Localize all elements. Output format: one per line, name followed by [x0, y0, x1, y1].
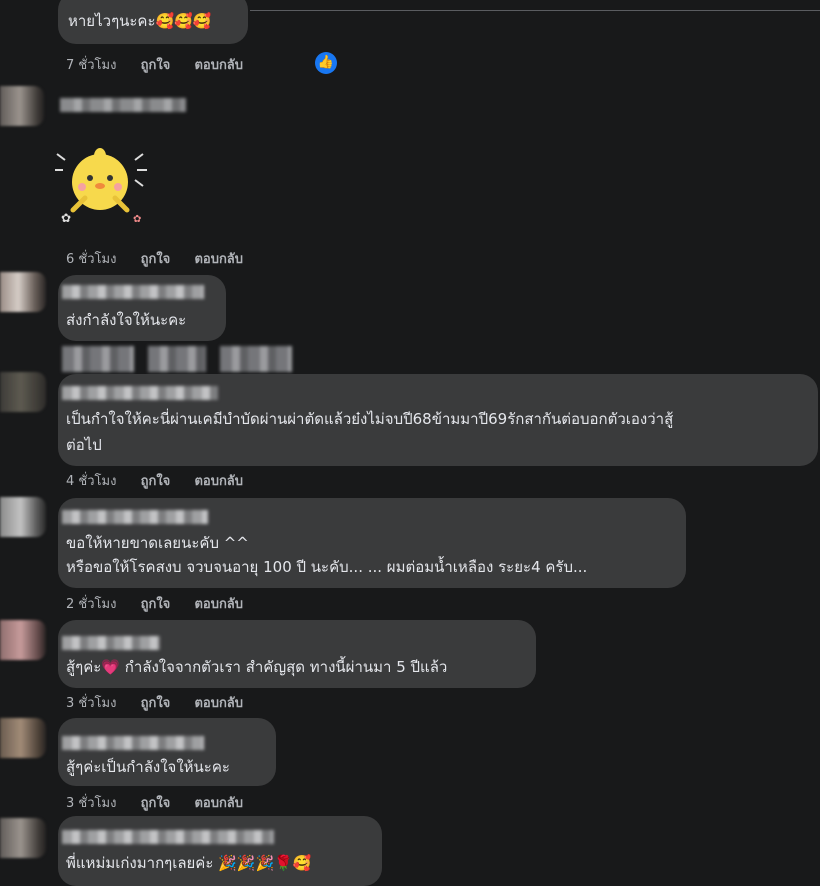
- reply-button[interactable]: ตอบกลับ: [194, 474, 243, 489]
- avatar[interactable]: [0, 272, 46, 312]
- comment-time[interactable]: 3 ชั่วโมง: [66, 796, 116, 811]
- commenter-name[interactable]: [62, 736, 204, 750]
- reply-button[interactable]: ตอบกลับ: [194, 696, 243, 711]
- comment-text: สู้ๆค่ะเป็นกำลังใจให้นะคะ: [66, 758, 230, 776]
- avatar[interactable]: [0, 497, 46, 537]
- redacted-reaction-row: [220, 346, 292, 372]
- thread-divider: [250, 10, 820, 11]
- reply-button[interactable]: ตอบกลับ: [194, 252, 243, 267]
- comment-bubble: พี่แหม่มเก่งมากๆเลยค่ะ 🎉🎉🎉🌹🥰: [58, 816, 382, 886]
- comment-text: พี่แหม่มเก่งมากๆเลยค่ะ 🎉🎉🎉🌹🥰: [66, 854, 312, 872]
- comment-bubble: สู้ๆค่ะเป็นกำลังใจให้นะคะ: [58, 718, 276, 786]
- comment-time[interactable]: 3 ชั่วโมง: [66, 696, 116, 711]
- reply-button[interactable]: ตอบกลับ: [194, 796, 243, 811]
- comment-text-line2: หรือขอให้โรคสงบ จวบจนอายุ 100 ปี นะคับ..…: [66, 558, 588, 576]
- comment-meta: 6 ชั่วโมง ถูกใจ ตอบกลับ: [66, 248, 263, 269]
- avatar[interactable]: [0, 86, 44, 126]
- commenter-name[interactable]: [62, 830, 274, 844]
- comment-text: ส่งกำลังใจให้นะคะ: [66, 311, 187, 329]
- thumbs-up-icon[interactable]: 👍: [315, 52, 337, 74]
- reply-button[interactable]: ตอบกลับ: [194, 58, 243, 73]
- like-button[interactable]: ถูกใจ: [141, 58, 171, 73]
- avatar[interactable]: [0, 372, 46, 412]
- commenter-name[interactable]: [62, 510, 208, 524]
- like-button[interactable]: ถูกใจ: [141, 474, 171, 489]
- comment-bubble: สู้ๆค่ะ💗 กำลังใจจากตัวเรา สำคัญสุด ทางนี…: [58, 620, 536, 688]
- comment-text-line2: ต่อไป: [66, 436, 102, 454]
- comment-bubble: เป็นกำใจให้คะนี่ผ่านเคมีบำบัดผ่านผ่าตัดแ…: [58, 374, 818, 466]
- comment-time[interactable]: 6 ชั่วโมง: [66, 252, 116, 267]
- reply-button[interactable]: ตอบกลับ: [194, 597, 243, 612]
- like-button[interactable]: ถูกใจ: [141, 252, 171, 267]
- comment-text: สู้ๆค่ะ💗 กำลังใจจากตัวเรา สำคัญสุด ทางนี…: [66, 658, 448, 676]
- avatar[interactable]: [0, 620, 46, 660]
- avatar[interactable]: [0, 818, 46, 858]
- avatar[interactable]: [0, 718, 46, 758]
- comment-meta: 7 ชั่วโมง ถูกใจ ตอบกลับ: [66, 54, 263, 75]
- commenter-name[interactable]: [60, 98, 186, 112]
- comment-time[interactable]: 2 ชั่วโมง: [66, 597, 116, 612]
- redacted-reaction-row: [148, 346, 206, 372]
- commenter-name[interactable]: [62, 285, 204, 299]
- svg-text:✿: ✿: [61, 211, 71, 225]
- comment-bubble: ส่งกำลังใจให้นะคะ: [58, 275, 226, 341]
- like-button[interactable]: ถูกใจ: [141, 696, 171, 711]
- comment-meta: 4 ชั่วโมง ถูกใจ ตอบกลับ: [66, 470, 263, 491]
- comment-meta: 2 ชั่วโมง ถูกใจ ตอบกลับ: [66, 593, 263, 614]
- comment-time[interactable]: 7 ชั่วโมง: [66, 58, 116, 73]
- commenter-name[interactable]: [62, 386, 218, 400]
- comment-meta: 3 ชั่วโมง ถูกใจ ตอบกลับ: [66, 692, 263, 713]
- comment-time[interactable]: 4 ชั่วโมง: [66, 474, 116, 489]
- comment-bubble: หายไวๆนะคะ🥰🥰🥰: [58, 0, 248, 44]
- commenter-name[interactable]: [62, 636, 160, 650]
- like-button[interactable]: ถูกใจ: [141, 597, 171, 612]
- comment-text-line1: ขอให้หายขาดเลยนะคับ ^^: [66, 534, 249, 552]
- redacted-reaction-row: [62, 346, 134, 372]
- comment-meta: 3 ชั่วโมง ถูกใจ ตอบกลับ: [66, 792, 263, 813]
- comment-text: หายไวๆนะคะ🥰🥰🥰: [68, 12, 212, 30]
- svg-text:✿: ✿: [133, 214, 141, 225]
- comment-bubble: ขอให้หายขาดเลยนะคับ ^^ หรือขอให้โรคสงบ จ…: [58, 498, 686, 588]
- comment-text-line1: เป็นกำใจให้คะนี่ผ่านเคมีบำบัดผ่านผ่าตัดแ…: [66, 410, 674, 428]
- like-button[interactable]: ถูกใจ: [141, 796, 171, 811]
- yellow-chick-sticker: ✿ ✿: [55, 148, 147, 225]
